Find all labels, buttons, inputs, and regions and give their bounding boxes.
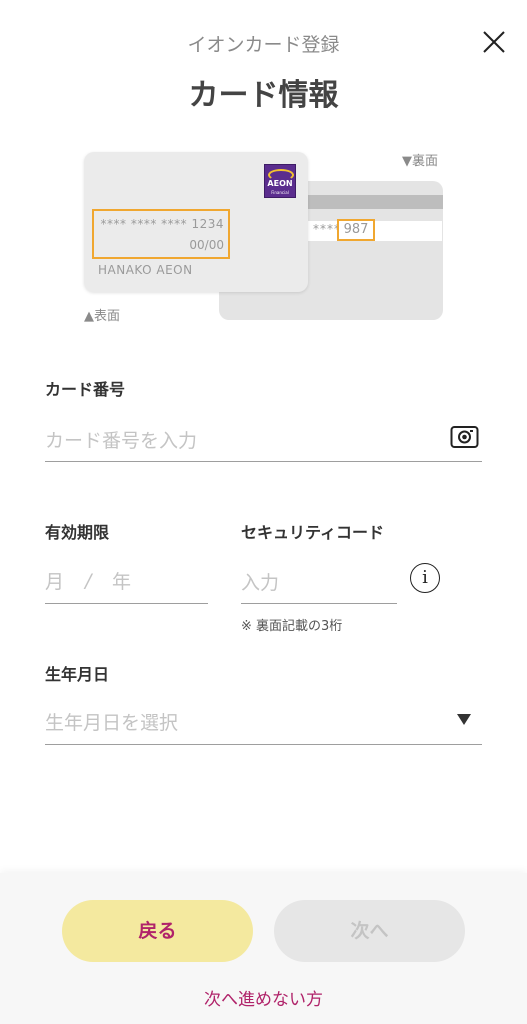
card-back-label: ▼裏面 [402, 154, 438, 169]
expiry-year-placeholder: 年 [112, 571, 132, 593]
card-front-image: AEON Financial **** **** **** 1234 00/00… [84, 152, 308, 292]
back-button[interactable]: 戻る [62, 900, 253, 962]
card-number-input[interactable] [45, 420, 482, 462]
close-button[interactable] [476, 24, 512, 60]
masked-card-number: **** **** **** 1234 [100, 217, 224, 231]
expiry-separator: / [85, 570, 92, 592]
info-icon: i [422, 567, 428, 588]
card-number-label: カード番号 [45, 380, 126, 399]
security-code-highlight: 987 [337, 219, 375, 241]
logo-sub-text: Financial [271, 190, 289, 195]
chevron-down-icon [457, 714, 471, 725]
info-button[interactable]: i [410, 563, 440, 593]
security-code-hint: ※ 裏面記載の3桁 [241, 619, 343, 634]
camera-scan-button[interactable] [450, 423, 479, 449]
card-number-highlight: **** **** **** 1234 00/00 [92, 209, 230, 259]
cannot-proceed-link[interactable]: 次へ進めない方 [0, 985, 527, 1010]
page-subtitle: イオンカード登録 [187, 34, 340, 56]
expiry-label: 有効期限 [45, 523, 110, 542]
birthdate-placeholder: 生年月日を選択 [45, 712, 179, 734]
logo-brand-text: AEON [267, 179, 293, 188]
card-front-label: ▲表面 [84, 309, 120, 324]
birthdate-label: 生年月日 [45, 665, 110, 684]
next-button[interactable]: 次へ [274, 900, 465, 962]
footer-bar: 戻る 次へ 次へ進めない方 [0, 873, 527, 1024]
card-expiry: 00/00 [189, 238, 224, 252]
security-code-label: セキュリティコード [241, 523, 385, 542]
card-holder-name: HANAKO AEON [98, 263, 193, 277]
page-title: カード情報 [188, 78, 339, 113]
birthdate-select[interactable]: 生年月日を選択 [45, 700, 482, 745]
security-code-input[interactable] [241, 562, 397, 604]
aeon-logo: AEON Financial [264, 164, 296, 198]
expiry-input-group[interactable]: 月 / 年 [45, 562, 208, 604]
close-icon [483, 31, 505, 53]
camera-icon [450, 426, 479, 448]
expiry-month-placeholder: 月 [45, 571, 65, 593]
